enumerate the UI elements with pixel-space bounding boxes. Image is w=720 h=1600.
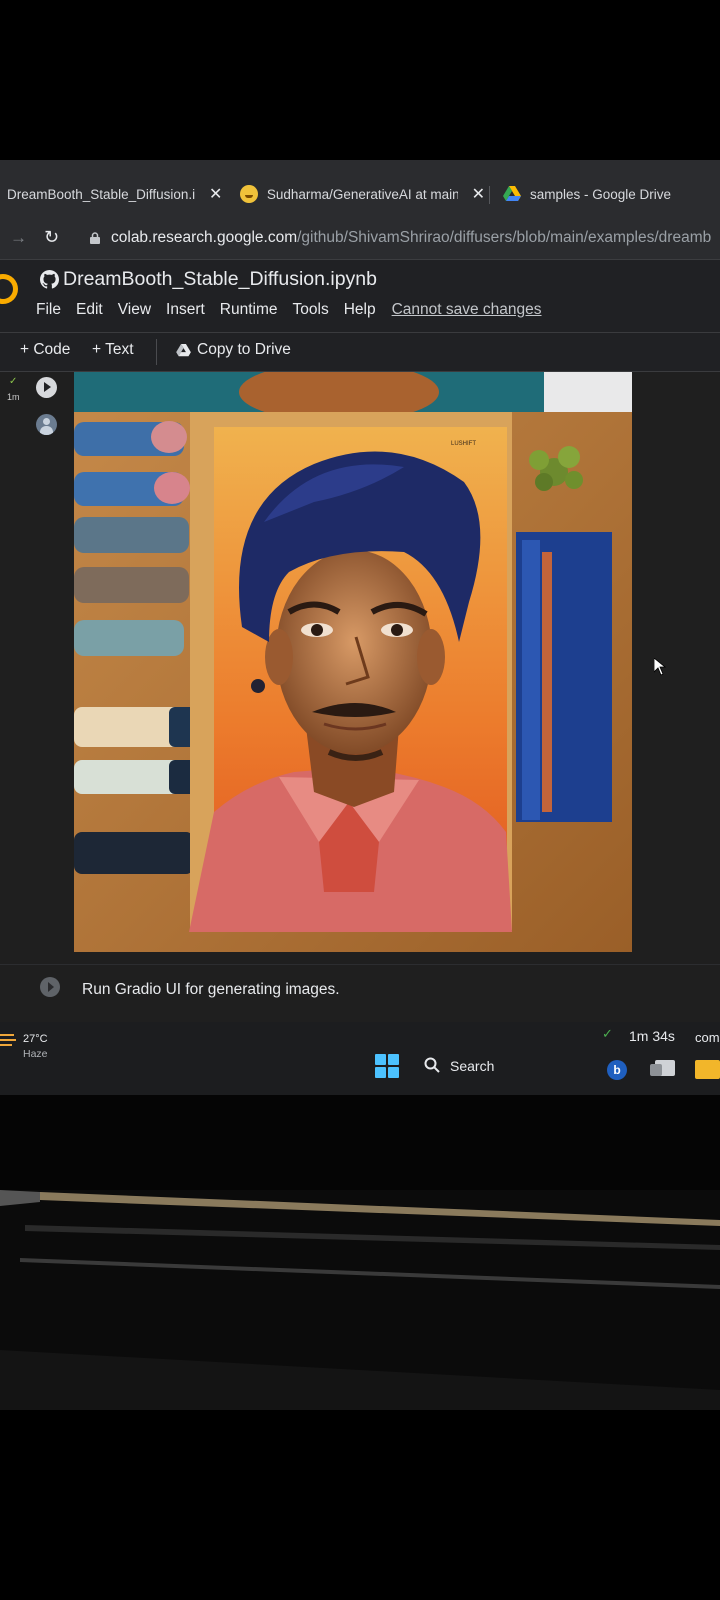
menu-insert[interactable]: Insert bbox=[166, 301, 205, 319]
execution-time[interactable]: 1m 34s bbox=[629, 1028, 675, 1044]
notebook-title[interactable]: DreamBooth_Stable_Diffusion.ipynb bbox=[63, 268, 377, 291]
mouse-cursor-icon bbox=[654, 658, 666, 676]
add-code-button[interactable]: + Code bbox=[20, 341, 70, 359]
notebook-toolbar: + Code + Text Copy to Drive bbox=[0, 332, 720, 372]
address-bar: → ↻ colab.research.google.com/github/Shi… bbox=[0, 218, 720, 260]
text-cell[interactable]: Run Gradio UI for generating images. bbox=[0, 964, 720, 1024]
menu-edit[interactable]: Edit bbox=[76, 301, 103, 319]
laptop-hinge bbox=[0, 1190, 720, 1410]
laptop-edge-lines bbox=[0, 1190, 720, 1410]
photo-top-background bbox=[0, 0, 720, 160]
weather-temperature: 27°C bbox=[23, 1033, 48, 1045]
haze-weather-icon[interactable] bbox=[0, 1032, 16, 1050]
run-cell-button[interactable] bbox=[36, 377, 57, 398]
browser-tab-strip: DreamBooth_Stable_Diffusion.ip ✕ Sudharm… bbox=[0, 160, 720, 224]
toolbar-divider bbox=[156, 339, 157, 365]
url-field[interactable]: colab.research.google.com/github/ShivamS… bbox=[111, 229, 711, 247]
task-view-icon[interactable] bbox=[650, 1060, 675, 1076]
execution-success-check-icon: ✓ bbox=[602, 1026, 613, 1041]
tab-title: DreamBooth_Stable_Diffusion.ip bbox=[7, 186, 195, 202]
poster-label: LUSHIFT bbox=[451, 441, 476, 447]
tab-dreambooth-notebook[interactable]: DreamBooth_Stable_Diffusion.ip ✕ bbox=[7, 174, 225, 214]
tab-huggingface-repo[interactable]: Sudharma/GenerativeAI at main ✕ bbox=[240, 174, 485, 214]
github-icon bbox=[40, 270, 59, 289]
status-and-taskbar: 27°C Haze ✓ 1m 34s com Search b bbox=[0, 1022, 720, 1095]
output-avatar-icon[interactable] bbox=[36, 414, 57, 435]
add-text-button[interactable]: + Text bbox=[92, 341, 134, 359]
tab-close-icon[interactable]: ✕ bbox=[209, 184, 222, 204]
url-host: colab.research.google.com bbox=[111, 229, 298, 246]
windows-start-icon[interactable] bbox=[375, 1054, 399, 1078]
menu-bar: File Edit View Insert Runtime Tools Help… bbox=[36, 301, 557, 319]
file-explorer-icon[interactable] bbox=[695, 1060, 720, 1079]
menu-help[interactable]: Help bbox=[344, 301, 376, 319]
laptop-bezel bbox=[0, 1095, 720, 1190]
menu-file[interactable]: File bbox=[36, 301, 61, 319]
execution-status-truncated[interactable]: com bbox=[695, 1030, 720, 1045]
copy-to-drive-button[interactable]: Copy to Drive bbox=[176, 341, 291, 359]
cell-success-check-icon: ✓ bbox=[9, 376, 18, 387]
menu-tools[interactable]: Tools bbox=[293, 301, 329, 319]
google-drive-favicon-icon bbox=[503, 186, 521, 201]
colab-logo-icon[interactable] bbox=[0, 274, 18, 304]
huggingface-favicon-icon bbox=[240, 185, 258, 203]
tab-separator bbox=[489, 186, 490, 204]
notebook-area: ✓ 1m LUSHIFT Run Gradio UI for generatin… bbox=[0, 372, 720, 1022]
bing-icon[interactable]: b bbox=[607, 1060, 627, 1080]
generated-portrait-image: LUSHIFT bbox=[74, 372, 632, 952]
text-cell-content: Run Gradio UI for generating images. bbox=[82, 981, 340, 998]
search-icon[interactable] bbox=[424, 1057, 440, 1073]
reload-icon[interactable]: ↻ bbox=[44, 227, 59, 248]
colab-header: DreamBooth_Stable_Diffusion.ipynb File E… bbox=[0, 260, 720, 332]
tab-close-icon[interactable]: ✕ bbox=[472, 184, 485, 204]
run-cell-button[interactable] bbox=[40, 977, 60, 997]
cell-exec-time: 1m bbox=[7, 392, 20, 402]
menu-runtime[interactable]: Runtime bbox=[220, 301, 278, 319]
cannot-save-changes-link[interactable]: Cannot save changes bbox=[392, 301, 542, 319]
monitor-screen: DreamBooth_Stable_Diffusion.ip ✕ Sudharm… bbox=[0, 160, 720, 1095]
taskbar-search-button[interactable]: Search bbox=[450, 1058, 494, 1074]
portrait-illustration: LUSHIFT bbox=[74, 372, 632, 952]
weather-description: Haze bbox=[23, 1048, 48, 1060]
tab-title: Sudharma/GenerativeAI at main bbox=[266, 186, 458, 202]
url-path: /github/ShivamShrirao/diffusers/blob/mai… bbox=[297, 229, 712, 246]
forward-arrow-icon[interactable]: → bbox=[10, 228, 27, 248]
tab-title: samples - Google Drive bbox=[530, 186, 672, 202]
photo-bottom-background bbox=[0, 1410, 720, 1600]
lock-icon[interactable] bbox=[90, 232, 100, 244]
tab-google-drive[interactable]: samples - Google Drive bbox=[503, 174, 703, 214]
menu-view[interactable]: View bbox=[118, 301, 151, 319]
drive-icon bbox=[176, 343, 191, 356]
copy-to-drive-label: Copy to Drive bbox=[197, 341, 291, 358]
